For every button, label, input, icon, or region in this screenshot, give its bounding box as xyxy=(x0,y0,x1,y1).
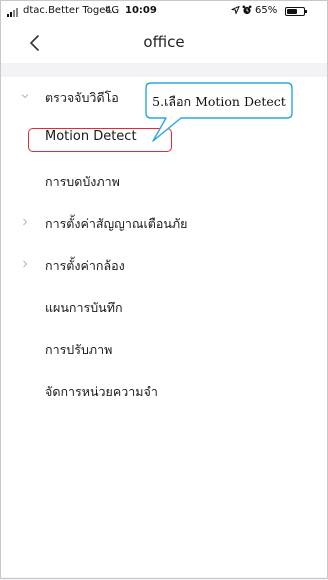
menu-item-label: การปรับภาพ xyxy=(45,342,113,357)
menu-item-label: การบดบังภาพ xyxy=(45,174,120,189)
chevron-down-icon xyxy=(21,94,29,99)
location-arrow-icon xyxy=(231,5,240,15)
battery-icon xyxy=(285,7,307,16)
menu-item-label: ตรวจจับวิดีโอ xyxy=(45,90,119,105)
menu-item-label: การตั้งค่าสัญญาณเตือนภัย xyxy=(45,216,188,231)
menu-item-privacy-mask[interactable]: การบดบังภาพ xyxy=(1,161,327,201)
network-type: 4G xyxy=(105,5,120,16)
status-bar: dtac.Better Toget... 4G 10:09 65% xyxy=(1,1,327,23)
callout-text: 5.เลือก Motion Detect xyxy=(152,94,286,109)
menu-item-camera-settings[interactable]: การตั้งค่ากล้อง xyxy=(1,245,327,285)
chevron-right-icon xyxy=(23,218,28,226)
menu-item-recording-schedule[interactable]: แผนการบันทึก xyxy=(1,287,327,327)
menu-item-image-adjustment[interactable]: การปรับภาพ xyxy=(1,329,327,369)
signal-bars-icon xyxy=(7,7,21,17)
phone-screen: dtac.Better Toget... 4G 10:09 65% office xyxy=(0,0,328,579)
motion-detect-highlight xyxy=(28,128,172,152)
menu-item-label: จัดการหน่วยความจำ xyxy=(45,384,158,399)
menu-item-label: การตั้งค่ากล้อง xyxy=(45,258,125,273)
battery-level-fill xyxy=(287,9,297,14)
navigation-bar: office xyxy=(1,23,327,63)
menu-item-label: แผนการบันทึก xyxy=(45,300,123,315)
battery-percent: 65% xyxy=(255,5,278,16)
alarm-clock-icon xyxy=(242,5,252,15)
menu-item-storage-management[interactable]: จัดการหน่วยความจำ xyxy=(1,371,327,411)
settings-menu: ตรวจจับวิดีโอ Motion Detect การบดบังภาพ … xyxy=(1,77,327,577)
menu-item-alarm-settings[interactable]: การตั้งค่าสัญญาณเตือนภัย xyxy=(1,203,327,243)
status-time: 10:09 xyxy=(125,5,157,16)
chevron-right-icon xyxy=(23,260,28,268)
page-title: office xyxy=(143,33,185,51)
